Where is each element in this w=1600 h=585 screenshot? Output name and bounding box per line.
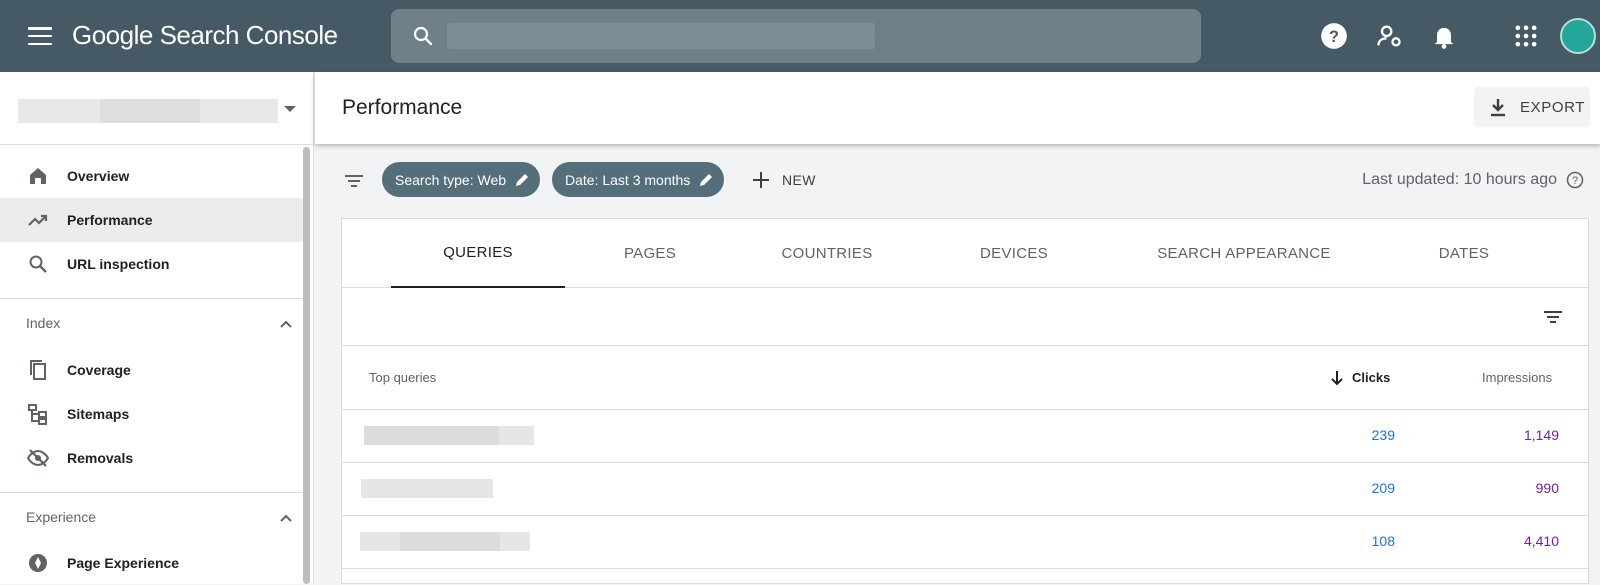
svg-text:?: ? — [1329, 28, 1339, 46]
chevron-up-icon[interactable] — [279, 511, 293, 525]
table-row[interactable]: 209 990 — [342, 463, 1588, 516]
search-placeholder-redacted — [447, 23, 875, 49]
page-title: Performance — [342, 96, 463, 119]
download-icon — [1491, 99, 1505, 117]
section-title-index[interactable]: Index — [26, 315, 60, 331]
search-icon — [413, 26, 433, 46]
sidebar-divider — [0, 298, 306, 299]
search-icon — [29, 255, 47, 273]
column-header-clicks[interactable]: Clicks — [1352, 370, 1390, 385]
filter-bar: Search type: Web Date: Last 3 months NEW… — [315, 144, 1600, 218]
help-icon[interactable]: ? — [1320, 22, 1348, 50]
svg-text:?: ? — [1572, 175, 1578, 187]
export-button[interactable]: EXPORT — [1474, 87, 1590, 127]
sidebar-item-label: Coverage — [67, 362, 131, 378]
sidebar-item-label: URL inspection — [67, 256, 170, 272]
sidebar-item-removals[interactable]: Removals — [0, 436, 306, 480]
sidebar-item-page-experience[interactable]: Page Experience — [0, 541, 306, 585]
sidebar-item-url-inspection[interactable]: URL inspection — [0, 242, 306, 286]
page-header: Performance EXPORT — [315, 72, 1600, 144]
last-updated-text: Last updated: 10 hours ago — [1362, 171, 1557, 188]
filter-icon[interactable] — [342, 169, 366, 193]
export-label: EXPORT — [1520, 98, 1586, 116]
tab-devices[interactable]: DEVICES — [919, 219, 1109, 288]
sidebar-item-label: Page Experience — [67, 555, 180, 571]
query-redacted-part — [364, 426, 499, 445]
property-selector[interactable] — [0, 72, 313, 145]
trending-up-icon — [28, 214, 48, 226]
sort-arrow-down-icon — [1331, 371, 1343, 386]
sitemap-icon — [28, 404, 47, 425]
tab-search-appearance[interactable]: SEARCH APPEARANCE — [1109, 219, 1379, 288]
query-redacted-part — [400, 532, 500, 551]
app-title[interactable]: Google Search Console — [72, 20, 338, 51]
coverage-icon — [30, 360, 46, 380]
dropdown-caret-icon — [284, 106, 296, 112]
chip-label: Search type: Web — [395, 171, 507, 188]
search-input[interactable] — [391, 9, 1201, 63]
sidebar-item-label: Overview — [67, 168, 130, 184]
apps-grid-icon[interactable] — [1512, 22, 1540, 50]
clicks-value: 239 — [1371, 427, 1395, 443]
table-filter-icon[interactable] — [1541, 305, 1565, 329]
table-header: Top queries Clicks Impressions — [342, 346, 1588, 410]
chip-label: Date: Last 3 months — [565, 171, 691, 188]
column-header-top-queries[interactable]: Top queries — [369, 370, 436, 385]
hamburger-menu-icon[interactable] — [26, 24, 54, 48]
clicks-value: 108 — [1371, 533, 1395, 549]
search-type-filter-chip[interactable]: Search type: Web — [382, 162, 541, 197]
notifications-bell-icon[interactable] — [1430, 22, 1458, 50]
property-name-redacted-part — [100, 99, 200, 123]
sidebar-item-label: Sitemaps — [67, 406, 130, 422]
sidebar-item-sitemaps[interactable]: Sitemaps — [0, 392, 306, 436]
table-row[interactable]: 108 4,410 — [342, 516, 1588, 569]
account-avatar[interactable] — [1560, 18, 1596, 54]
impressions-value: 1,149 — [1523, 427, 1559, 443]
table-row[interactable]: 239 1,149 — [342, 410, 1588, 463]
clicks-value: 209 — [1371, 480, 1395, 496]
sidebar-item-label: Performance — [67, 212, 153, 228]
tab-pages[interactable]: PAGES — [565, 219, 735, 288]
home-icon — [30, 168, 46, 184]
sidebar-nav: Overview Performance URL inspection Inde… — [0, 72, 314, 584]
sidebar-item-label: Removals — [67, 450, 134, 466]
column-header-impressions[interactable]: Impressions — [1482, 370, 1552, 385]
page-experience-icon — [29, 554, 47, 572]
tab-dates[interactable]: DATES — [1379, 219, 1549, 288]
chevron-up-icon[interactable] — [279, 317, 293, 331]
new-filter-button[interactable]: NEW — [752, 166, 816, 194]
edit-pencil-icon — [700, 173, 713, 186]
edit-pencil-icon — [516, 173, 529, 186]
section-title-experience[interactable]: Experience — [26, 509, 96, 525]
date-filter-chip[interactable]: Date: Last 3 months — [552, 162, 725, 197]
help-outline-icon[interactable]: ? — [1566, 171, 1584, 189]
new-label: NEW — [782, 172, 816, 188]
tab-countries[interactable]: COUNTRIES — [735, 219, 919, 288]
sidebar-item-overview[interactable]: Overview — [0, 154, 306, 198]
query-redacted — [361, 479, 493, 498]
sidebar-item-coverage[interactable]: Coverage — [0, 348, 306, 392]
sidebar-item-performance[interactable]: Performance — [0, 198, 306, 242]
tab-queries[interactable]: QUERIES — [391, 219, 565, 288]
impressions-value: 4,410 — [1523, 533, 1559, 549]
plus-icon — [753, 172, 769, 188]
top-app-bar: Google Search Console ? — [0, 0, 1600, 72]
impressions-value: 990 — [1535, 480, 1559, 496]
manage-users-icon[interactable] — [1375, 22, 1403, 50]
eye-off-icon — [26, 449, 50, 467]
table-toolbar — [342, 288, 1588, 346]
report-tabs: QUERIES PAGES COUNTRIES DEVICES SEARCH A… — [342, 219, 1588, 288]
sidebar-scrollbar[interactable] — [303, 147, 310, 584]
performance-report-card: QUERIES PAGES COUNTRIES DEVICES SEARCH A… — [341, 218, 1589, 584]
sidebar-divider — [0, 492, 306, 493]
